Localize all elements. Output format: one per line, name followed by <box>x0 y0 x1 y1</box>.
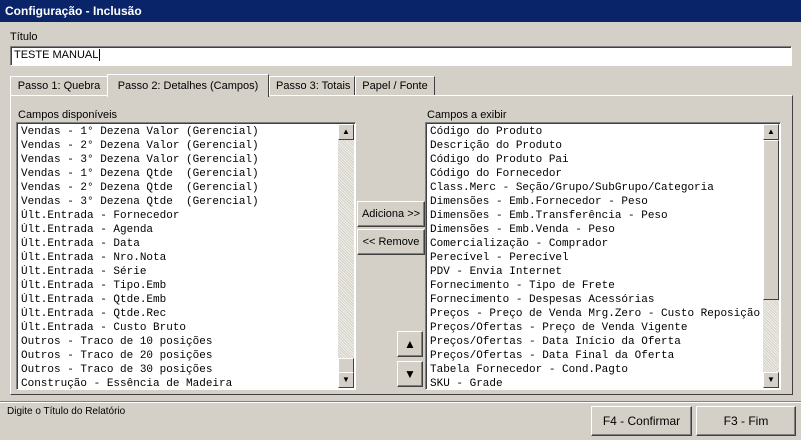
list-item[interactable]: Class.Merc - Seção/Grupo/SubGrupo/Catego… <box>430 181 780 195</box>
text-caret <box>99 49 101 62</box>
window-title: Configuração - Inclusão <box>5 4 142 18</box>
list-item[interactable]: Código do Produto Pai <box>430 153 780 167</box>
titulo-input[interactable]: TESTE MANUAL <box>10 46 792 66</box>
list-item[interactable]: Últ.Entrada - Agenda <box>21 223 355 237</box>
list-item[interactable]: Dimensões - Emb.Transferência - Peso <box>430 209 780 223</box>
list-item[interactable]: Construção - Essência de Madeira <box>21 377 355 389</box>
selected-label: Campos a exibir <box>427 109 507 121</box>
list-item[interactable]: Últ.Entrada - Custo Bruto <box>21 321 355 335</box>
list-item[interactable]: Vendas - 1° Dezena Qtde (Gerencial) <box>21 167 355 181</box>
list-item[interactable]: PDV - Envia Internet <box>430 265 780 279</box>
list-item[interactable]: Últ.Entrada - Qtde.Emb <box>21 293 355 307</box>
list-item[interactable]: Últ.Entrada - Fornecedor <box>21 209 355 223</box>
titulo-value: TESTE MANUAL <box>14 49 99 61</box>
list-item[interactable]: Vendas - 1° Dezena Valor (Gerencial) <box>21 125 355 139</box>
tab-passo-2[interactable]: Passo 2: Detalhes (Campos) <box>107 74 269 97</box>
available-scrollbar[interactable]: ▲ ▼ <box>338 124 354 388</box>
list-item[interactable]: Outros - Traco de 20 posições <box>21 349 355 363</box>
list-item[interactable]: Últ.Entrada - Nro.Nota <box>21 251 355 265</box>
list-item[interactable]: Perecível - Perecível <box>430 251 780 265</box>
title-bar: Configuração - Inclusão <box>0 0 801 22</box>
list-item[interactable]: Vendas - 3° Dezena Valor (Gerencial) <box>21 153 355 167</box>
arrow-down-icon: ▼ <box>404 367 416 381</box>
list-item[interactable]: Últ.Entrada - Tipo.Emb <box>21 279 355 293</box>
list-item[interactable]: Dimensões - Emb.Venda - Peso <box>430 223 780 237</box>
list-item[interactable]: Últ.Entrada - Qtde.Rec <box>21 307 355 321</box>
selected-list[interactable]: Código do Produto Descrição do Produto Cód… <box>425 122 781 390</box>
list-item[interactable]: Preços - Preço de Venda Mrg.Zero - Custo… <box>430 307 780 321</box>
scroll-up-icon[interactable]: ▲ <box>338 124 354 140</box>
scroll-down-icon[interactable]: ▼ <box>338 372 354 388</box>
list-item[interactable]: Dimensões - Emb.Fornecedor - Peso <box>430 195 780 209</box>
add-button[interactable]: Adiciona >> <box>357 201 425 227</box>
list-item[interactable]: SKU - Grade <box>430 377 780 389</box>
selected-items: Código do Produto Descrição do Produto Cód… <box>426 123 780 389</box>
list-item[interactable]: Descrição do Produto <box>430 139 780 153</box>
list-item[interactable]: Tabela Fornecedor - Cond.Pagto <box>430 363 780 377</box>
status-hint: Digite o Título do Relatório <box>7 406 126 417</box>
arrow-up-icon: ▲ <box>404 337 416 351</box>
available-list[interactable]: Vendas - 1° Dezena Valor (Gerencial) Vend… <box>16 122 356 390</box>
list-item[interactable]: Últ.Entrada - Série <box>21 265 355 279</box>
end-button[interactable]: F3 - Fim <box>696 406 796 436</box>
scroll-down-icon[interactable]: ▼ <box>763 372 779 388</box>
scroll-up-icon[interactable]: ▲ <box>763 124 779 140</box>
titulo-label: Título <box>10 31 38 43</box>
tab-passo-1[interactable]: Passo 1: Quebra <box>10 76 108 95</box>
list-item[interactable]: Preços/Ofertas - Preço de Venda Vigente <box>430 321 780 335</box>
list-item[interactable]: Fornecimento - Despesas Acessórias <box>430 293 780 307</box>
list-item[interactable]: Preços/Ofertas - Data Início da Oferta <box>430 335 780 349</box>
remove-button[interactable]: << Remove <box>357 229 425 255</box>
move-down-button[interactable]: ▼ <box>397 361 423 387</box>
available-label: Campos disponíveis <box>18 109 118 121</box>
list-item[interactable]: Comercialização - Comprador <box>430 237 780 251</box>
list-item[interactable]: Código do Produto <box>430 125 780 139</box>
selected-scrollbar[interactable]: ▲ ▼ <box>763 124 779 388</box>
list-item[interactable]: Últ.Entrada - Data <box>21 237 355 251</box>
list-item[interactable]: Vendas - 2° Dezena Valor (Gerencial) <box>21 139 355 153</box>
list-item[interactable]: Vendas - 3° Dezena Qtde (Gerencial) <box>21 195 355 209</box>
list-item[interactable]: Outros - Traco de 10 posições <box>21 335 355 349</box>
available-items: Vendas - 1° Dezena Valor (Gerencial) Vend… <box>17 123 355 389</box>
list-item[interactable]: Fornecimento - Tipo de Frete <box>430 279 780 293</box>
move-up-button[interactable]: ▲ <box>397 331 423 357</box>
list-item[interactable]: Preços/Ofertas - Data Final da Oferta <box>430 349 780 363</box>
list-item[interactable]: Outros - Traco de 30 posições <box>21 363 355 377</box>
status-separator <box>0 401 801 403</box>
tab-passo-3[interactable]: Passo 3: Totais <box>269 76 355 95</box>
list-item[interactable]: Código do Fornecedor <box>430 167 780 181</box>
list-item[interactable]: Vendas - 2° Dezena Qtde (Gerencial) <box>21 181 355 195</box>
scroll-thumb[interactable] <box>763 140 779 300</box>
confirm-button[interactable]: F4 - Confirmar <box>591 406 692 436</box>
tab-papel-fonte[interactable]: Papel / Fonte <box>355 76 435 95</box>
